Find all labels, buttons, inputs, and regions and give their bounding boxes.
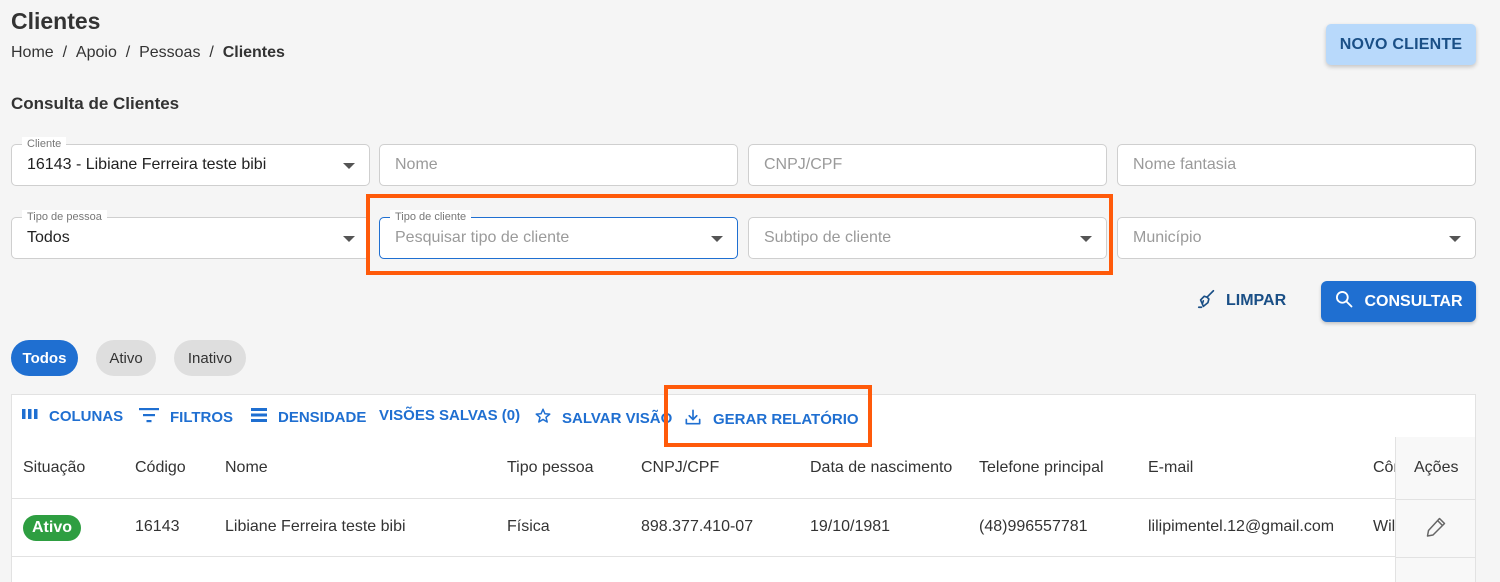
breadcrumb-pessoas[interactable]: Pessoas (139, 44, 200, 62)
breadcrumb-home[interactable]: Home (11, 44, 54, 62)
page-title: Clientes (11, 8, 101, 34)
client-type-label: Tipo de cliente (390, 210, 472, 224)
chevron-down-icon (343, 163, 355, 169)
col-code[interactable]: Código (135, 459, 186, 477)
cell-person-type: Física (507, 518, 550, 535)
filter-icon (138, 407, 160, 427)
table-header: Situação Código Nome Tipo pessoa CNPJ/CP… (12, 437, 1475, 499)
filters-button[interactable]: FILTROS (138, 407, 233, 427)
chevron-down-icon (1080, 236, 1092, 242)
cell-spouse: Wil (1373, 518, 1396, 535)
download-icon (683, 407, 703, 431)
actions-column: Ações (1395, 437, 1475, 582)
cell-document: 898.377.410-07 (641, 518, 754, 535)
density-button[interactable]: DENSIDADE (250, 407, 366, 427)
client-subtype-select[interactable]: Subtipo de cliente (748, 217, 1107, 259)
client-subtype-placeholder: Subtipo de cliente (764, 229, 892, 246)
save-view-button[interactable]: SALVAR VISÃO (534, 407, 672, 429)
table-row[interactable]: Ativo 16143 Libiane Ferreira teste bibi … (12, 499, 1475, 557)
search-button[interactable]: CONSULTAR (1321, 281, 1476, 322)
pencil-icon (1424, 517, 1448, 543)
document-placeholder: CNPJ/CPF (764, 156, 843, 173)
breadcrumb-clientes: Clientes (222, 44, 285, 61)
cell-birth-date: 19/10/1981 (810, 518, 891, 535)
columns-icon (21, 407, 39, 425)
chevron-down-icon (711, 236, 723, 242)
col-document[interactable]: CNPJ/CPF (641, 459, 719, 477)
trade-name-placeholder: Nome fantasia (1133, 156, 1237, 173)
chevron-down-icon (1449, 236, 1461, 242)
cell-name: Libiane Ferreira teste bibi (225, 518, 406, 535)
cell-code: 16143 (135, 518, 180, 535)
person-type-label: Tipo de pessoa (22, 210, 107, 224)
density-icon (250, 407, 268, 427)
person-type-select[interactable]: Tipo de pessoa Todos (11, 210, 370, 259)
municipality-placeholder: Município (1133, 229, 1202, 246)
search-icon (1334, 289, 1354, 314)
cell-phone: (48)996557781 (979, 518, 1088, 535)
saved-views-button[interactable]: VISÕES SALVAS (0) (379, 407, 520, 424)
broom-icon (1196, 288, 1218, 315)
client-type-select[interactable]: Tipo de cliente Pesquisar tipo de client… (379, 210, 738, 259)
municipality-select[interactable]: Município (1117, 217, 1476, 259)
star-icon (534, 407, 552, 429)
section-title: Consulta de Clientes (11, 94, 180, 113)
chevron-down-icon (343, 236, 355, 242)
trade-name-input[interactable]: Nome fantasia (1117, 144, 1476, 186)
columns-button[interactable]: COLUNAS (21, 407, 123, 425)
chip-inativo[interactable]: Inativo (174, 340, 246, 376)
col-phone[interactable]: Telefone principal (979, 459, 1104, 477)
client-select[interactable]: Cliente 16143 - Libiane Ferreira teste b… (11, 137, 370, 186)
col-birth-date[interactable]: Data de nascimento (810, 459, 952, 477)
status-badge: Ativo (23, 515, 81, 541)
chip-todos[interactable]: Todos (11, 340, 78, 376)
name-input[interactable]: Nome (379, 144, 738, 186)
client-type-placeholder: Pesquisar tipo de cliente (395, 229, 570, 246)
breadcrumb: Home / Apoio / Pessoas / Clientes (11, 44, 285, 62)
chip-ativo[interactable]: Ativo (96, 340, 156, 376)
client-label: Cliente (22, 137, 67, 151)
col-actions: Ações (1414, 459, 1459, 476)
col-person-type[interactable]: Tipo pessoa (507, 459, 594, 477)
grid-toolbar: COLUNAS FILTROS DENSIDADE VISÕES SALVAS … (12, 395, 1475, 437)
cell-email: lilipimentel.12@gmail.com (1148, 518, 1335, 535)
col-name[interactable]: Nome (225, 459, 268, 477)
divider (1396, 499, 1475, 500)
col-status[interactable]: Situação (23, 459, 85, 477)
clear-button[interactable]: LIMPAR (1196, 287, 1286, 315)
clients-grid: COLUNAS FILTROS DENSIDADE VISÕES SALVAS … (11, 394, 1476, 582)
name-placeholder: Nome (395, 156, 438, 173)
edit-button[interactable] (1424, 515, 1448, 539)
new-client-button[interactable]: NOVO CLIENTE (1326, 24, 1476, 65)
col-email[interactable]: E-mail (1148, 459, 1193, 477)
client-value: 16143 - Libiane Ferreira teste bibi (27, 156, 267, 173)
breadcrumb-apoio[interactable]: Apoio (76, 44, 117, 62)
clear-label: LIMPAR (1226, 292, 1287, 309)
person-type-value: Todos (27, 229, 70, 246)
search-label: CONSULTAR (1364, 292, 1463, 310)
generate-report-button[interactable]: GERAR RELATÓRIO (683, 407, 859, 431)
document-input[interactable]: CNPJ/CPF (748, 144, 1107, 186)
divider (1396, 557, 1475, 558)
